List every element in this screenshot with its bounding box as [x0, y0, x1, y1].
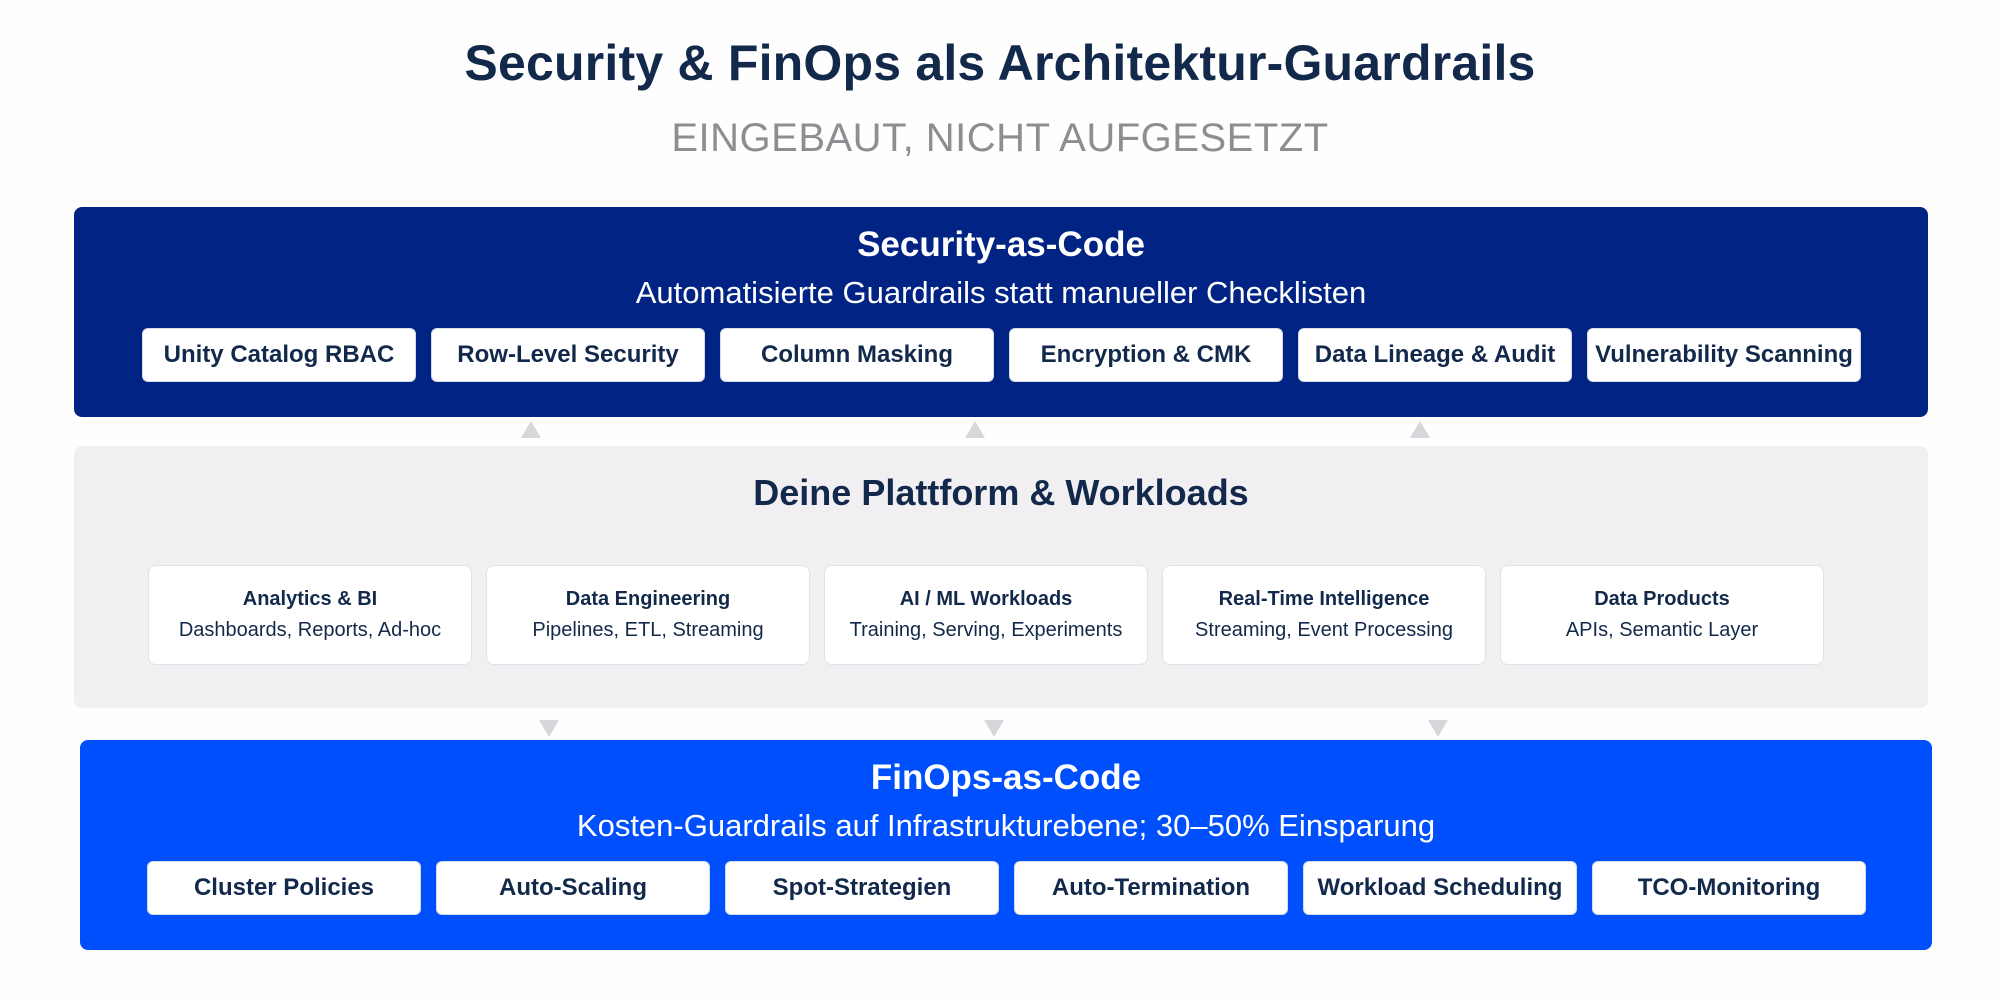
workload-card-title: Data Products [1594, 588, 1730, 610]
workload-card-ai-ml: AI / ML Workloads Training, Serving, Exp… [824, 565, 1148, 665]
arrow-up-icon [521, 421, 541, 438]
security-as-code-band: Security-as-Code Automatisierte Guardrai… [74, 207, 1928, 417]
workload-card-title: AI / ML Workloads [899, 588, 1073, 610]
workload-card-title: Real-Time Intelligence [1218, 588, 1430, 610]
finops-item-workload-scheduling: Workload Scheduling [1303, 861, 1577, 915]
arrow-up-icon [965, 421, 985, 438]
security-band-title: Security-as-Code [857, 225, 1145, 264]
security-item-column-masking: Column Masking [720, 328, 994, 382]
platform-workloads-band: Deine Plattform & Workloads Analytics & … [74, 446, 1928, 708]
platform-band-title: Deine Plattform & Workloads [753, 472, 1249, 513]
workload-card-data-products: Data Products APIs, Semantic Layer [1500, 565, 1824, 665]
arrow-up-icon [1410, 421, 1430, 438]
page-title: Security & FinOps als Architektur-Guardr… [464, 35, 1536, 91]
page-subtitle: EINGEBAUT, NICHT AUFGESETZT [671, 116, 1329, 160]
workload-card-description: Training, Serving, Experiments [849, 619, 1123, 641]
arrow-down-icon [984, 720, 1004, 737]
security-items: Unity Catalog RBAC Row-Level Security Co… [142, 328, 1861, 382]
workload-card-title: Data Engineering [565, 588, 731, 610]
security-item-row-level-security: Row-Level Security [431, 328, 705, 382]
finops-items: Cluster Policies Auto-Scaling Spot-Strat… [147, 861, 1866, 915]
finops-item-tco-monitoring: TCO-Monitoring [1592, 861, 1866, 915]
workload-card-description: APIs, Semantic Layer [1565, 619, 1759, 641]
finops-item-auto-termination: Auto-Termination [1014, 861, 1288, 915]
security-band-description: Automatisierte Guardrails statt manuelle… [635, 275, 1367, 310]
finops-as-code-band: FinOps-as-Code Kosten-Guardrails auf Inf… [80, 740, 1932, 950]
arrow-down-icon [539, 720, 559, 737]
security-item-unity-catalog-rbac: Unity Catalog RBAC [142, 328, 416, 382]
workload-cards: Analytics & BI Dashboards, Reports, Ad-h… [148, 565, 1824, 665]
workload-card-description: Dashboards, Reports, Ad-hoc [178, 619, 442, 641]
finops-item-spot-strategien: Spot-Strategien [725, 861, 999, 915]
finops-item-cluster-policies: Cluster Policies [147, 861, 421, 915]
workload-card-analytics-bi: Analytics & BI Dashboards, Reports, Ad-h… [148, 565, 472, 665]
arrow-down-icon [1428, 720, 1448, 737]
security-item-vulnerability-scanning: Vulnerability Scanning [1587, 328, 1861, 382]
workload-card-description: Pipelines, ETL, Streaming [532, 619, 764, 641]
finops-band-description: Kosten-Guardrails auf Infrastrukturebene… [576, 808, 1436, 843]
security-item-data-lineage-audit: Data Lineage & Audit [1298, 328, 1572, 382]
workload-card-description: Streaming, Event Processing [1195, 619, 1453, 641]
workload-card-data-engineering: Data Engineering Pipelines, ETL, Streami… [486, 565, 810, 665]
finops-item-auto-scaling: Auto-Scaling [436, 861, 710, 915]
finops-band-title: FinOps-as-Code [870, 758, 1142, 797]
workload-card-title: Analytics & BI [242, 588, 378, 610]
security-item-encryption-cmk: Encryption & CMK [1009, 328, 1283, 382]
workload-card-real-time-intelligence: Real-Time Intelligence Streaming, Event … [1162, 565, 1486, 665]
